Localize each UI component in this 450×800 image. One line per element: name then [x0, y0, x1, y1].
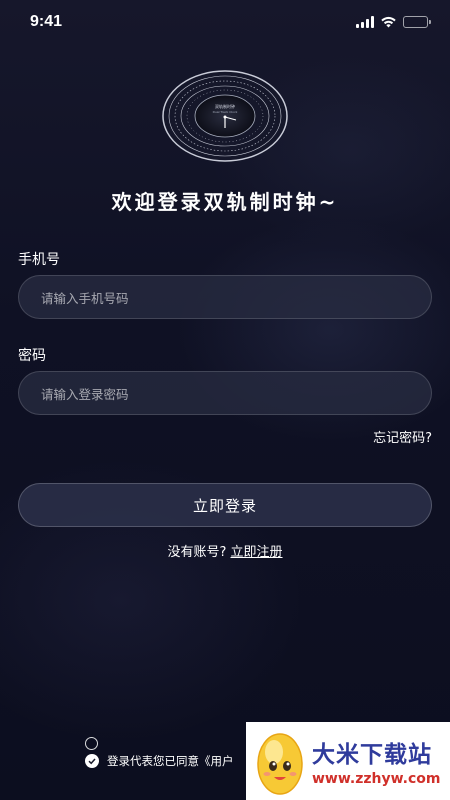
welcome-title: 欢迎登录双轨制时钟~	[111, 190, 339, 214]
cellular-signal-icon	[356, 16, 374, 28]
login-button[interactable]: 立即登录	[18, 483, 432, 527]
battery-icon	[403, 16, 431, 28]
radio-button[interactable]	[85, 737, 98, 750]
agreement-row: 登录代表您已同意《用户	[85, 753, 234, 769]
watermark-title: 大米下载站	[312, 742, 432, 768]
no-account-text: 没有账号?	[167, 545, 227, 560]
login-button-label: 立即登录	[192, 496, 257, 515]
check-icon	[88, 758, 96, 765]
watermark-url: www.zzhyw.com	[312, 771, 441, 787]
forgot-password-link[interactable]: 忘记密码?	[373, 427, 432, 446]
password-label: 密码	[18, 348, 46, 364]
password-input[interactable]: 请输入登录密码	[18, 371, 432, 415]
watermark: 大米下载站 www.zzhyw.com	[246, 722, 450, 800]
status-bar: 9:41	[0, 0, 450, 44]
agreement-checkbox[interactable]	[85, 754, 99, 768]
phone-input[interactable]: 请输入手机号码	[18, 275, 432, 319]
logo-text-1: 双轨制时钟	[215, 103, 235, 109]
phone-label: 手机号	[18, 252, 60, 268]
wifi-icon	[381, 16, 396, 28]
register-row: 没有账号? 立即注册	[0, 541, 450, 560]
logo-text-2: Dual Track Clock	[213, 110, 238, 114]
status-icons	[356, 16, 431, 28]
clock-logo: 双轨制时钟 Dual Track Clock	[162, 70, 288, 162]
phone-placeholder: 请输入手机号码	[41, 290, 129, 306]
status-time: 9:41	[30, 13, 63, 30]
rice-mascot-icon	[257, 733, 303, 795]
register-link[interactable]: 立即注册	[231, 545, 283, 560]
agreement-text: 登录代表您已同意《用户	[107, 754, 234, 768]
password-placeholder: 请输入登录密码	[41, 386, 129, 402]
